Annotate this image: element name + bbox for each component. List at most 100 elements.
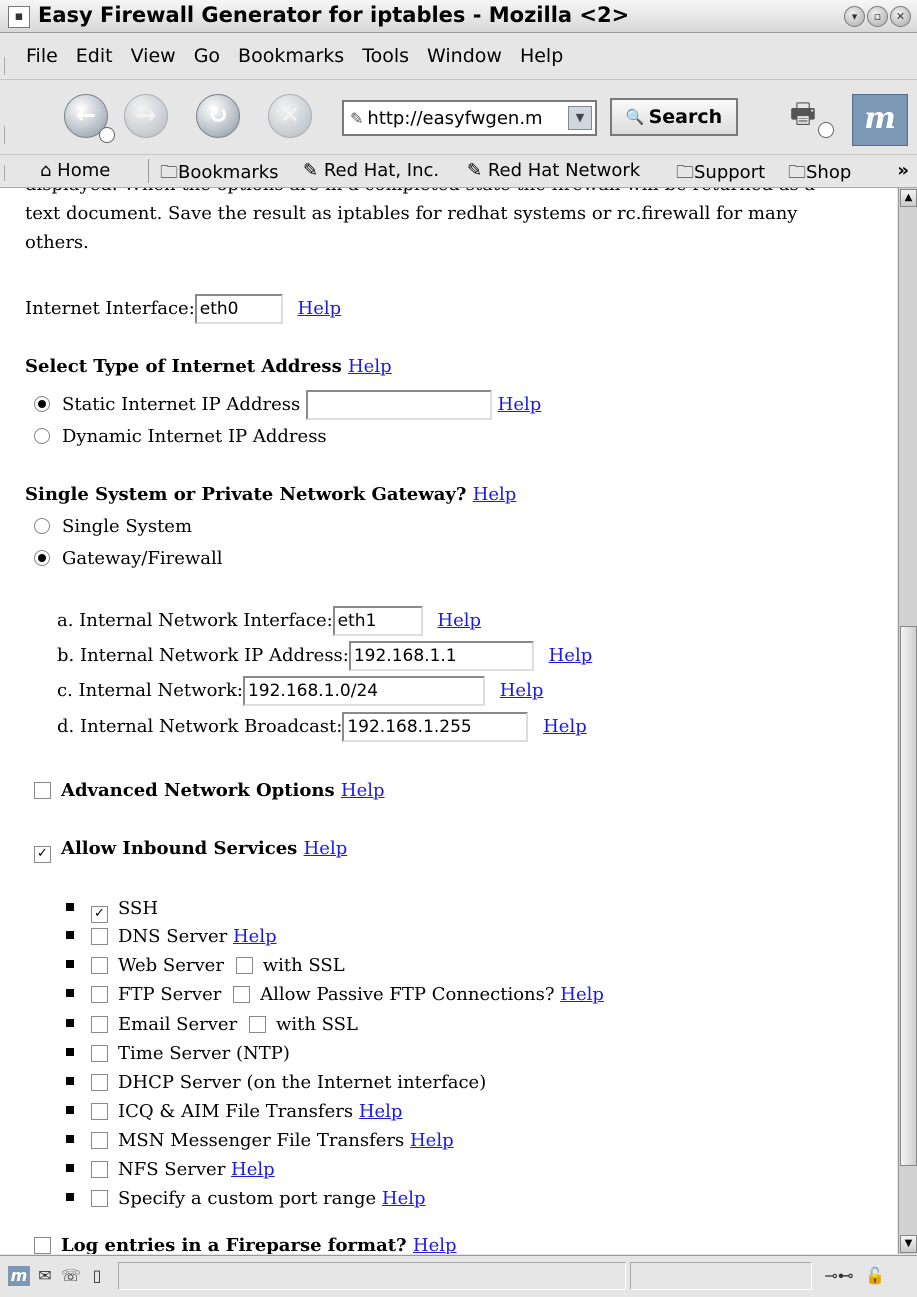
internet-interface-input[interactable]: eth0 <box>194 294 283 324</box>
menu-tools[interactable]: Tools <box>353 45 418 67</box>
custom-port-help-link[interactable]: Help <box>382 1188 426 1209</box>
print-icon[interactable]: 🖶 <box>780 94 834 138</box>
static-ip-label: Static Internet IP Address <box>62 394 301 415</box>
internal-broadcast-help-link[interactable]: Help <box>543 716 587 737</box>
internal-ip-help-link[interactable]: Help <box>549 645 593 666</box>
stop-icon[interactable]: ✕ <box>268 94 312 138</box>
menu-bookmarks[interactable]: Bookmarks <box>229 45 353 67</box>
static-ip-radio[interactable] <box>34 396 50 412</box>
nfs-help-link[interactable]: Help <box>231 1159 275 1180</box>
navigator-icon[interactable]: m <box>8 1266 30 1286</box>
inbound-services-help-link[interactable]: Help <box>304 838 348 859</box>
forward-arrow-icon[interactable]: → <box>124 94 168 138</box>
nfs-checkbox[interactable] <box>91 1161 108 1178</box>
bookmark-icon: ✎ <box>467 160 488 181</box>
internet-interface-help-link[interactable]: Help <box>298 298 342 319</box>
security-lock-icon[interactable]: 🔓 <box>864 1266 886 1286</box>
internal-interface-help-link[interactable]: Help <box>437 610 481 631</box>
bullet <box>66 903 74 911</box>
single-system-radio[interactable] <box>34 518 50 534</box>
custom-port-label: Specify a custom port range <box>118 1188 377 1209</box>
menu-view[interactable]: View <box>122 45 185 67</box>
email-checkbox[interactable] <box>91 1016 108 1033</box>
static-ip-help-link[interactable]: Help <box>498 394 542 415</box>
gateway-radio[interactable] <box>34 550 50 566</box>
scroll-up-arrow-icon[interactable]: ▲ <box>900 189 917 207</box>
bookmarks-button[interactable]: 🗀Bookmarks <box>160 160 279 190</box>
print-dropdown-icon[interactable] <box>818 122 834 138</box>
ftp-passive-checkbox[interactable] <box>233 986 251 1003</box>
composer-icon[interactable]: ▯ <box>86 1266 108 1286</box>
dhcp-checkbox[interactable] <box>91 1074 108 1091</box>
inbound-services-checkbox[interactable]: ✓ <box>34 846 51 863</box>
icq-checkbox[interactable] <box>91 1103 108 1120</box>
msn-help-link[interactable]: Help <box>410 1130 454 1151</box>
advanced-options-checkbox[interactable] <box>34 782 51 799</box>
web-checkbox[interactable] <box>91 957 108 974</box>
dynamic-ip-radio[interactable] <box>34 428 50 444</box>
mozilla-logo-icon[interactable]: m <box>852 94 908 146</box>
internal-ip-input[interactable]: 192.168.1.1 <box>348 641 534 671</box>
fireparse-checkbox[interactable] <box>34 1237 51 1254</box>
ssh-checkbox[interactable]: ✓ <box>91 906 108 923</box>
single-system-row: Single System <box>34 516 192 537</box>
internal-broadcast-input[interactable]: 192.168.1.255 <box>342 712 529 742</box>
menu-go[interactable]: Go <box>185 45 229 67</box>
icq-help-link[interactable]: Help <box>359 1101 403 1122</box>
reload-icon[interactable]: ↻ <box>196 94 240 138</box>
toolbar-grip[interactable] <box>4 165 15 181</box>
maximize-icon[interactable]: ▫ <box>867 6 888 27</box>
minimize-icon[interactable]: ▾ <box>844 6 865 27</box>
fireparse-help-link[interactable]: Help <box>413 1235 457 1254</box>
window-menu-icon[interactable]: ▪ <box>8 6 30 28</box>
ftp-checkbox[interactable] <box>91 986 108 1003</box>
ftp-help-link[interactable]: Help <box>560 984 604 1005</box>
msn-checkbox[interactable] <box>91 1132 108 1149</box>
scroll-down-arrow-icon[interactable]: ▼ <box>900 1235 917 1253</box>
static-ip-input[interactable] <box>305 390 492 420</box>
url-bar[interactable]: ✎ http://easyfwgen.m ▼ <box>342 100 597 136</box>
dynamic-ip-label: Dynamic Internet IP Address <box>62 426 327 447</box>
time-checkbox[interactable] <box>91 1045 108 1062</box>
internal-network-help-link[interactable]: Help <box>500 680 544 701</box>
toolbar-grip[interactable] <box>4 126 15 144</box>
address-type-help-link[interactable]: Help <box>348 356 392 377</box>
custom-port-checkbox[interactable] <box>91 1190 108 1207</box>
search-button[interactable]: 🔍 Search <box>610 98 738 136</box>
support-folder[interactable]: 🗀Support <box>676 160 765 190</box>
home-icon: ⌂ <box>40 160 58 181</box>
online-plug-icon[interactable]: ⊸⊷ <box>822 1266 856 1286</box>
back-arrow-icon[interactable]: ← <box>64 94 115 143</box>
redhat-network-link[interactable]: ✎ Red Hat Network <box>467 160 640 181</box>
shop-folder[interactable]: 🗀Shop <box>788 160 851 190</box>
menu-edit[interactable]: Edit <box>67 45 122 67</box>
url-dropdown-icon[interactable]: ▼ <box>568 106 592 130</box>
close-icon[interactable]: ✕ <box>890 6 911 27</box>
home-button[interactable]: ⌂ Home <box>40 160 110 181</box>
redhat-link[interactable]: ✎ Red Hat, Inc. <box>303 160 439 181</box>
scrollbar-thumb[interactable] <box>900 626 917 1166</box>
url-text[interactable]: http://easyfwgen.m <box>367 108 568 129</box>
toolbar-grip[interactable] <box>4 57 15 75</box>
back-dropdown-icon[interactable] <box>99 127 115 143</box>
vertical-scrollbar[interactable]: ▲ ▼ <box>898 188 917 1254</box>
internal-network-input[interactable]: 192.168.1.0/24 <box>242 676 485 706</box>
web-ssl-checkbox[interactable] <box>235 957 253 974</box>
internal-interface-input[interactable]: eth1 <box>332 606 423 636</box>
system-type-help-link[interactable]: Help <box>473 484 517 505</box>
menu-help[interactable]: Help <box>511 45 572 67</box>
advanced-options-help-link[interactable]: Help <box>341 780 385 801</box>
intro-line: others. <box>25 232 89 253</box>
advanced-options-row: Advanced Network Options Help <box>34 780 385 801</box>
menu-file[interactable]: File <box>26 45 67 67</box>
chat-icon[interactable]: ☏ <box>60 1266 82 1286</box>
dns-checkbox[interactable] <box>91 928 108 945</box>
email-ssl-checkbox[interactable] <box>248 1016 266 1033</box>
mail-icon[interactable]: ✉ <box>34 1266 56 1286</box>
menu-window[interactable]: Window <box>418 45 511 67</box>
gateway-label: Gateway/Firewall <box>62 548 223 569</box>
dns-help-link[interactable]: Help <box>233 926 277 947</box>
chevron-more-icon[interactable]: » <box>897 160 909 181</box>
service-time: Time Server (NTP) <box>66 1043 290 1064</box>
web-ssl-label: with SSL <box>262 955 345 976</box>
